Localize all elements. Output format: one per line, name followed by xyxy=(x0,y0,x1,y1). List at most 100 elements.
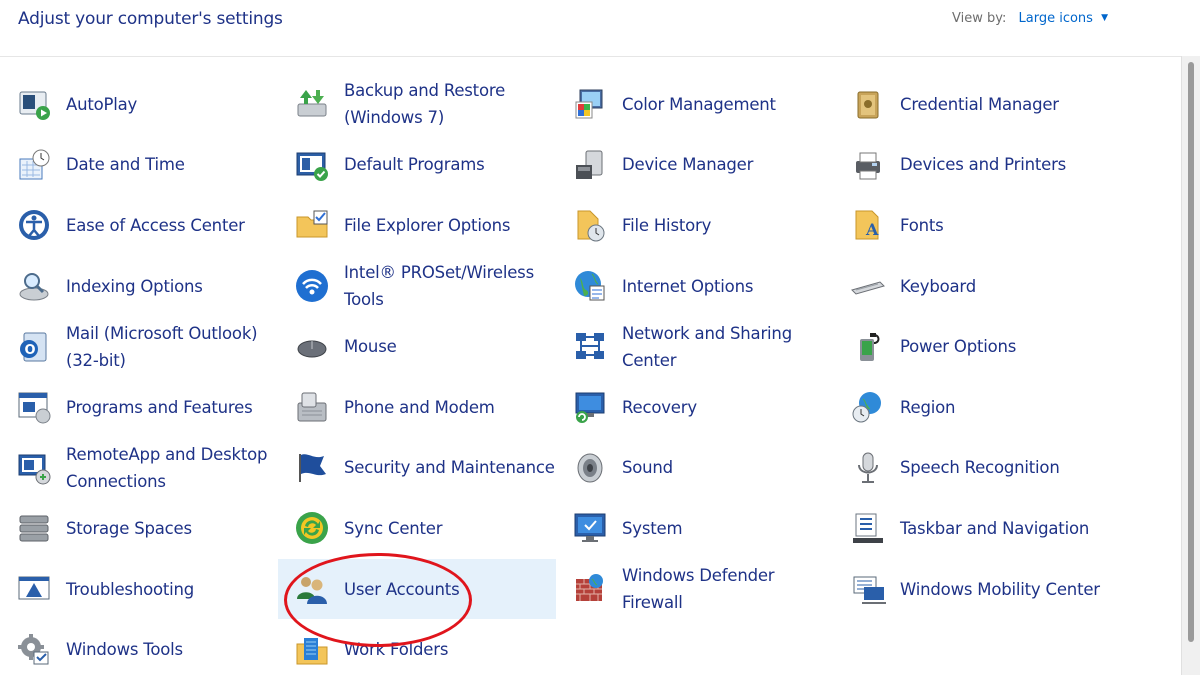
cp-item-label: Storage Spaces xyxy=(66,518,192,538)
troubleshooting-icon xyxy=(16,571,52,607)
cp-item-label: Intel® PROSet/Wireless Tools xyxy=(344,263,534,310)
cp-item-windows-mobility-center[interactable]: Windows Mobility Center xyxy=(834,559,1112,620)
cp-item-label: User Accounts xyxy=(344,579,460,599)
indexing-options-icon xyxy=(16,268,52,304)
mail-icon: O xyxy=(16,329,52,365)
cp-item-file-explorer-options[interactable]: File Explorer Options xyxy=(278,195,556,256)
cp-item-windows-tools[interactable]: Windows Tools xyxy=(0,619,278,680)
cp-item-label: Fonts xyxy=(900,215,944,235)
view-by-label: View by: xyxy=(951,11,1007,26)
cp-item-backup-and-restore-windows-7[interactable]: Backup and Restore (Windows 7) xyxy=(278,74,556,135)
cp-item-intel-proset-wireless-tools[interactable]: Intel® PROSet/Wireless Tools xyxy=(278,256,556,317)
credential-manager-icon xyxy=(850,86,886,122)
cp-item-user-accounts[interactable]: User Accounts xyxy=(278,558,556,620)
cp-item-default-programs[interactable]: Default Programs xyxy=(278,135,556,196)
cp-item-label: Internet Options xyxy=(622,276,754,296)
cp-item-keyboard[interactable]: Keyboard xyxy=(834,256,1112,317)
cp-item-work-folders[interactable]: Work Folders xyxy=(278,619,556,680)
cp-item-autoplay[interactable]: AutoPlay xyxy=(0,74,278,135)
cp-item-label: System xyxy=(622,518,683,538)
cp-item-file-history[interactable]: File History xyxy=(556,195,834,256)
color-management-icon xyxy=(572,86,608,122)
power-options-icon xyxy=(850,329,886,365)
cp-item-troubleshooting[interactable]: Troubleshooting xyxy=(0,559,278,620)
cp-item-internet-options[interactable]: Internet Options xyxy=(556,256,834,317)
autoplay-icon xyxy=(16,86,52,122)
cp-item-label: Network and Sharing Center xyxy=(622,323,792,370)
cp-item-date-and-time[interactable]: Date and Time xyxy=(0,135,278,196)
cp-item-label: Indexing Options xyxy=(66,276,203,296)
cp-item-taskbar-and-navigation[interactable]: Taskbar and Navigation xyxy=(834,498,1112,559)
cp-item-label: Credential Manager xyxy=(900,94,1059,114)
svg-text:A: A xyxy=(865,220,879,239)
cp-item-credential-manager[interactable]: Credential Manager xyxy=(834,74,1112,135)
cp-item-label: Ease of Access Center xyxy=(66,215,245,235)
cp-item-label: Work Folders xyxy=(344,640,449,660)
default-programs-icon xyxy=(294,147,330,183)
cp-item-label: Color Management xyxy=(622,94,776,114)
cp-item-label: Devices and Printers xyxy=(900,155,1067,175)
ease-of-access-icon xyxy=(16,207,52,243)
cp-item-indexing-options[interactable]: Indexing Options xyxy=(0,256,278,317)
cp-item-power-options[interactable]: Power Options xyxy=(834,316,1112,377)
sync-center-icon xyxy=(294,510,330,546)
taskbar-icon xyxy=(850,510,886,546)
remoteapp-icon xyxy=(16,450,52,486)
cp-item-speech-recognition[interactable]: Speech Recognition xyxy=(834,438,1112,499)
microphone-icon xyxy=(850,450,886,486)
cp-item-phone-and-modem[interactable]: Phone and Modem xyxy=(278,377,556,438)
cp-item-label: Device Manager xyxy=(622,155,754,175)
cp-item-remoteapp-and-desktop-connections[interactable]: RemoteApp and Desktop Connections xyxy=(0,438,278,499)
cp-item-label: File Explorer Options xyxy=(344,215,511,235)
cp-item-label: Sound xyxy=(622,458,673,478)
cp-item-label: Date and Time xyxy=(66,155,185,175)
view-by-control: View by: Large icons ▼ xyxy=(952,11,1108,26)
chevron-down-icon[interactable]: ▼ xyxy=(1101,13,1108,23)
cp-item-label: Speech Recognition xyxy=(900,458,1060,478)
cp-item-mail-microsoft-outlook-32-bit[interactable]: O Mail (Microsoft Outlook) (32-bit) xyxy=(0,316,278,377)
fonts-icon: A xyxy=(850,207,886,243)
cp-item-devices-and-printers[interactable]: Devices and Printers xyxy=(834,135,1112,196)
cp-item-sync-center[interactable]: Sync Center xyxy=(278,498,556,559)
cp-item-fonts[interactable]: A Fonts xyxy=(834,195,1112,256)
cp-item-label: Backup and Restore (Windows 7) xyxy=(344,81,506,128)
cp-item-label: RemoteApp and Desktop Connections xyxy=(66,444,268,491)
storage-spaces-icon xyxy=(16,510,52,546)
cp-item-label: Recovery xyxy=(622,397,697,417)
scrollbar-thumb[interactable] xyxy=(1188,62,1194,642)
firewall-icon xyxy=(572,571,608,607)
cp-item-programs-and-features[interactable]: Programs and Features xyxy=(0,377,278,438)
device-manager-icon xyxy=(572,147,608,183)
cp-item-ease-of-access-center[interactable]: Ease of Access Center xyxy=(0,195,278,256)
system-icon xyxy=(572,510,608,546)
cp-item-device-manager[interactable]: Device Manager xyxy=(556,135,834,196)
file-explorer-options-icon xyxy=(294,207,330,243)
file-history-icon xyxy=(572,207,608,243)
cp-item-label: Power Options xyxy=(900,337,1017,357)
work-folders-icon xyxy=(294,632,330,668)
cp-item-storage-spaces[interactable]: Storage Spaces xyxy=(0,498,278,559)
cp-item-mouse[interactable]: Mouse xyxy=(278,316,556,377)
keyboard-icon xyxy=(850,268,886,304)
cp-item-network-and-sharing-center[interactable]: Network and Sharing Center xyxy=(556,316,834,377)
wireless-icon xyxy=(294,268,330,304)
cp-item-recovery[interactable]: Recovery xyxy=(556,377,834,438)
vertical-scrollbar[interactable] xyxy=(1181,56,1200,675)
recovery-icon xyxy=(572,389,608,425)
cp-item-system[interactable]: System xyxy=(556,498,834,559)
cp-item-sound[interactable]: Sound xyxy=(556,438,834,499)
cp-item-label: Windows Defender Firewall xyxy=(622,566,775,613)
cp-item-region[interactable]: Region xyxy=(834,377,1112,438)
cp-item-label: Keyboard xyxy=(900,276,976,296)
cp-item-label: Default Programs xyxy=(344,155,485,175)
cp-item-security-and-maintenance[interactable]: Security and Maintenance xyxy=(278,438,556,499)
cp-item-label: Phone and Modem xyxy=(344,397,495,417)
security-flag-icon xyxy=(294,450,330,486)
cp-item-label: Mouse xyxy=(344,337,397,357)
user-accounts-icon xyxy=(294,571,330,607)
cp-item-label: File History xyxy=(622,215,712,235)
cp-item-color-management[interactable]: Color Management xyxy=(556,74,834,135)
cp-item-label: AutoPlay xyxy=(66,94,138,114)
view-by-dropdown[interactable]: Large icons xyxy=(1019,11,1093,26)
cp-item-windows-defender-firewall[interactable]: Windows Defender Firewall xyxy=(556,559,834,620)
